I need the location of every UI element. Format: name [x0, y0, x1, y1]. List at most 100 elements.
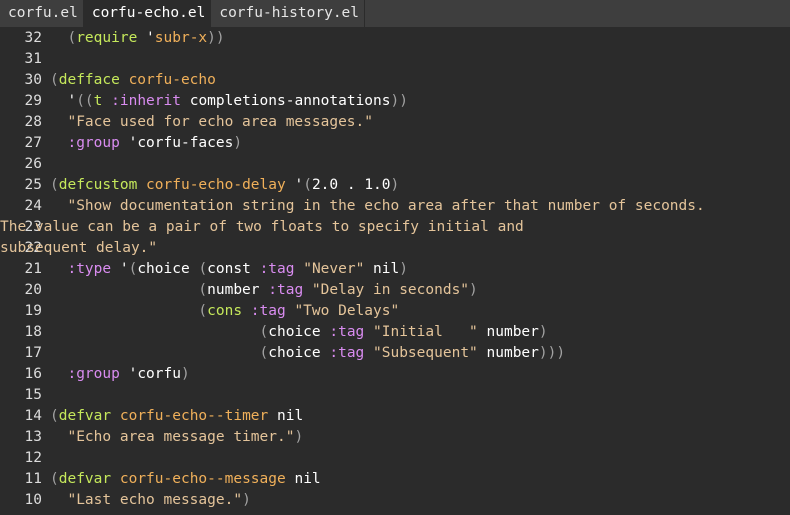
line-number: 18	[24, 324, 42, 340]
line-number: 25	[24, 177, 42, 193]
code-text: (defvar corfu-echo--message nil	[50, 469, 321, 490]
code-token: (	[198, 261, 208, 277]
code-text: :group 'corfu)	[50, 364, 190, 385]
line-number: 26	[24, 156, 42, 172]
tab-bar: corfu.el corfu-echo.el corfu-history.el	[0, 0, 790, 27]
code-token: "Show documentation string in the echo a…	[50, 198, 705, 214]
line-number: 20	[24, 282, 42, 298]
line-number: 31	[24, 51, 42, 67]
code-token: (	[259, 345, 269, 361]
code-text: '((t :inherit completions-annotations))	[50, 91, 408, 112]
code-token: corfu-echo--message	[119, 471, 286, 487]
code-token: )	[538, 324, 548, 340]
code-text: "Last echo message.")	[50, 490, 251, 511]
code-token: (	[198, 282, 208, 298]
code-text: The value can be a pair of two floats to…	[0, 217, 524, 238]
code-token: choice	[268, 324, 330, 340]
line-number: 11	[24, 471, 42, 487]
code-token: ))	[207, 30, 225, 46]
line-number: 30	[24, 72, 42, 88]
code-token: defvar	[58, 408, 112, 424]
code-text: (number :tag "Delay in seconds")	[50, 280, 478, 301]
line-number: 12	[24, 450, 42, 466]
code-token: '	[137, 30, 155, 46]
code-token: :type	[67, 261, 112, 277]
code-text: subsequent delay."	[0, 238, 157, 259]
code-token: :tag	[329, 324, 365, 340]
code-token: (	[50, 408, 59, 424]
line-number: 19	[24, 303, 42, 319]
code-token: corfu-echo	[128, 72, 216, 88]
code-token: )	[233, 135, 243, 151]
line-number: 21	[24, 261, 42, 277]
code-token: (	[259, 324, 269, 340]
code-token: )	[399, 261, 408, 277]
code-token: )	[469, 282, 478, 298]
line-number: 14	[24, 408, 42, 424]
code-token: (	[198, 303, 208, 319]
code-token: 'corfu-faces	[119, 135, 234, 151]
code-editor[interactable]: 32 (require 'subr-x)) 31 30 (defface corfu-…	[0, 28, 790, 515]
code-text: :group 'corfu-faces)	[50, 133, 242, 154]
code-token: )	[390, 177, 400, 193]
code-token: (	[303, 177, 312, 193]
code-text: "Face used for echo area messages."	[50, 112, 373, 133]
code-text: (cons :tag "Two Delays"	[50, 301, 399, 322]
code-token: :group	[67, 135, 120, 151]
code-text: (defvar corfu-echo--timer nil	[50, 406, 303, 427]
code-token: number	[207, 282, 269, 298]
line-number: 13	[24, 429, 42, 445]
code-text: (choice :tag "Initial " number)	[50, 322, 548, 343]
code-token: nil	[268, 408, 304, 424]
code-text: (defface corfu-echo	[50, 70, 216, 91]
code-token: :tag	[329, 345, 365, 361]
code-token: (	[50, 471, 59, 487]
code-token: :tag	[250, 303, 286, 319]
code-token: choice	[137, 261, 199, 277]
code-token: number	[477, 324, 539, 340]
code-text: (choice :tag "Subsequent" number)))	[50, 343, 566, 364]
code-token: "Echo area message timer."	[50, 429, 295, 445]
code-token: const	[207, 261, 260, 277]
tab-corfu-history-el[interactable]: corfu-history.el	[211, 0, 366, 27]
code-token: )))	[538, 345, 566, 361]
code-token: completions-annotations	[180, 93, 391, 109]
code-token: "Delay in seconds"	[311, 282, 470, 298]
code-token: :tag	[259, 261, 295, 277]
code-token: (	[50, 177, 59, 193]
code-token: 'corfu	[119, 366, 181, 382]
code-token: ((	[76, 93, 94, 109]
code-token: choice	[268, 345, 330, 361]
code-text: "Echo area message timer.")	[50, 427, 303, 448]
code-text: (require 'subr-x))	[50, 28, 225, 49]
code-token: corfu-echo--timer	[119, 408, 269, 424]
tab-corfu-echo-el[interactable]: corfu-echo.el	[83, 0, 212, 27]
code-token: )	[294, 429, 304, 445]
code-token: )	[180, 366, 190, 382]
line-number: 32	[24, 30, 42, 46]
code-text: :type '(choice (const :tag "Never" nil)	[50, 259, 408, 280]
line-number: 29	[24, 93, 42, 109]
code-token: )	[242, 492, 251, 508]
code-text: (defcustom corfu-echo-delay '(2.0 . 1.0)	[50, 175, 399, 196]
code-token: "Face used for echo area messages."	[50, 114, 374, 130]
code-token: :tag	[268, 282, 304, 298]
tab-corfu-el[interactable]: corfu.el	[0, 0, 84, 27]
code-token: "Never"	[303, 261, 365, 277]
code-token: defvar	[58, 471, 112, 487]
code-token: cons	[207, 303, 243, 319]
line-number: 10	[24, 492, 42, 508]
line-number: 15	[24, 387, 42, 403]
code-token: defface	[58, 72, 120, 88]
line-number: 28	[24, 114, 42, 130]
